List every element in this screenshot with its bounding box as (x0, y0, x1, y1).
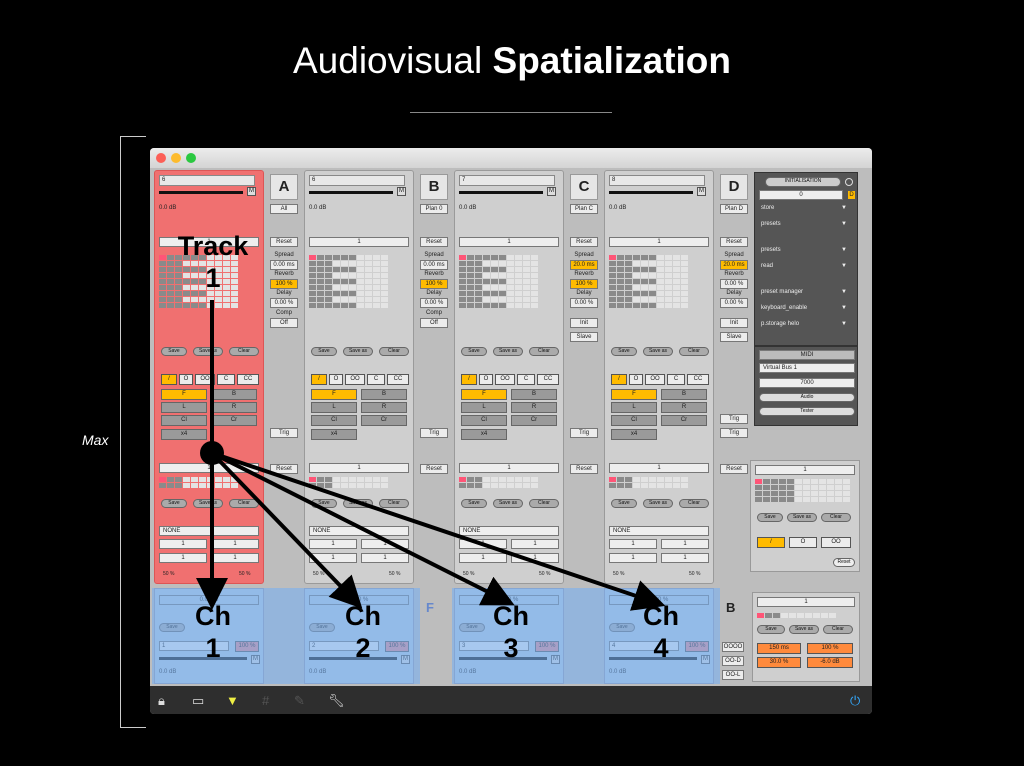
source-node-icon (200, 441, 224, 465)
ch-annotation-3: Ch 3 (493, 601, 529, 664)
ch-annotation-2: Ch 2 (345, 601, 381, 664)
arrow-ch3 (211, 451, 515, 606)
ch-annotation-1: Ch 1 (195, 601, 231, 664)
track-annotation: Track 1 (177, 231, 249, 294)
arrow-ch4 (211, 451, 666, 611)
ch-annotation-4: Ch 4 (643, 601, 679, 664)
